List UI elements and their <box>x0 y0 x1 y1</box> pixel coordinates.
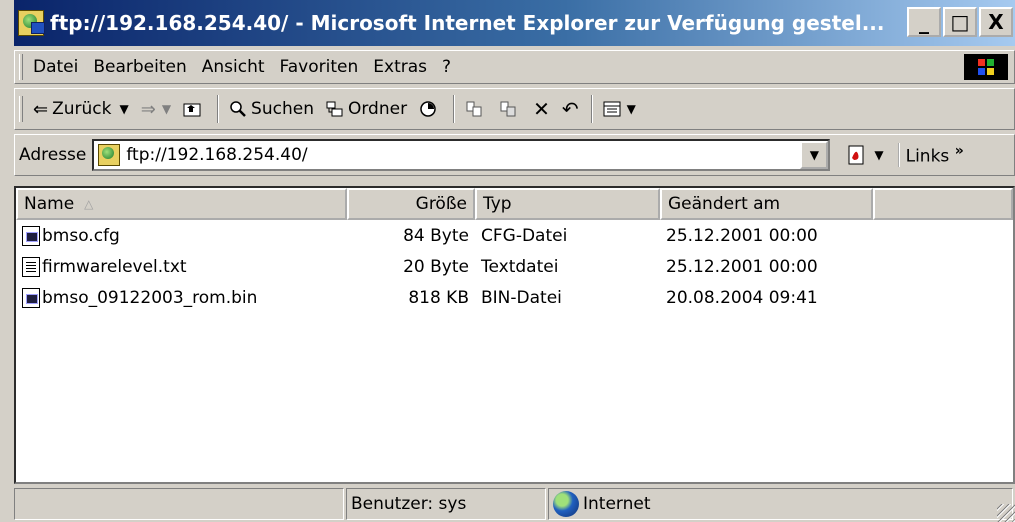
table-row[interactable]: bmso_09122003_rom.bin 818 KB BIN-Datei 2… <box>16 282 1013 313</box>
minimize-button[interactable]: _ <box>907 7 941 37</box>
menu-help[interactable]: ? <box>442 57 451 77</box>
address-bar: Adresse ftp://192.168.254.40/ ▼ ▼ Links … <box>14 134 1015 176</box>
delete-button[interactable]: ✕ <box>533 97 550 121</box>
title-bar: ftp://192.168.254.40/ - Microsoft Intern… <box>14 0 1015 46</box>
window-title: ftp://192.168.254.40/ - Microsoft Intern… <box>50 11 885 35</box>
file-type: CFG-Datei <box>481 225 568 246</box>
search-label: Suchen <box>251 99 314 119</box>
separator <box>590 95 593 123</box>
history-icon <box>420 101 436 117</box>
column-header-type[interactable]: Typ <box>475 188 660 220</box>
menu-extras[interactable]: Extras <box>373 57 427 77</box>
status-bar: Benutzer: sys Internet <box>14 488 1015 522</box>
file-size: 818 KB <box>408 287 469 308</box>
views-dropdown-icon[interactable]: ▼ <box>627 102 636 116</box>
file-modified: 20.08.2004 09:41 <box>666 287 818 308</box>
column-header-modified[interactable]: Geändert am <box>660 188 873 220</box>
links-label[interactable]: Links <box>906 147 950 167</box>
forward-dropdown-icon[interactable]: ▼ <box>162 102 171 116</box>
chevron-more-icon[interactable]: » <box>955 143 964 159</box>
menu-datei[interactable]: Datei <box>33 57 78 77</box>
standard-toolbar: ⇐ Zurück ▼ ⇒ ▼ Suchen Ordner ✕ ↶ ▼ <box>14 88 1015 130</box>
zone-label: Internet <box>583 494 651 514</box>
address-value[interactable]: ftp://192.168.254.40/ <box>126 145 307 165</box>
file-modified: 25.12.2001 00:00 <box>666 225 818 246</box>
table-row[interactable]: firmwarelevel.txt 20 Byte Textdatei 25.1… <box>16 251 1013 282</box>
address-dropdown-button[interactable]: ▼ <box>800 141 829 169</box>
text-file-icon <box>22 256 40 277</box>
undo-icon: ↶ <box>561 97 579 121</box>
internet-globe-icon <box>553 491 579 517</box>
folders-icon <box>326 101 343 117</box>
bin-file-icon <box>22 225 40 246</box>
views-icon <box>603 101 621 117</box>
windows-logo-icon <box>964 54 1008 80</box>
move-to-icon <box>466 101 482 117</box>
menu-bar: Datei Bearbeiten Ansicht Favoriten Extra… <box>14 50 1015 84</box>
table-row[interactable]: bmso.cfg 84 Byte CFG-Datei 25.12.2001 00… <box>16 220 1013 251</box>
file-name: firmwarelevel.txt <box>42 256 187 277</box>
search-button[interactable]: Suchen <box>229 99 314 119</box>
resize-grip[interactable] <box>997 504 1015 522</box>
bin-file-icon <box>22 287 40 308</box>
file-name: bmso.cfg <box>42 225 120 246</box>
sort-ascending-icon: △ <box>84 197 94 211</box>
delete-icon: ✕ <box>533 97 550 121</box>
search-icon <box>230 101 246 117</box>
up-folder-button[interactable] <box>183 100 205 118</box>
history-button[interactable] <box>419 100 441 118</box>
menu-favoriten[interactable]: Favoriten <box>280 57 359 77</box>
column-name-label: Name <box>24 194 75 214</box>
address-input[interactable]: ftp://192.168.254.40/ ▼ <box>92 139 831 171</box>
forward-arrow-icon: ⇒ <box>140 98 156 120</box>
separator <box>217 95 220 123</box>
copy-to-button[interactable] <box>499 100 521 118</box>
back-label: Zurück <box>52 99 112 119</box>
status-zone: Internet <box>548 488 1013 520</box>
ftp-folder-icon[interactable] <box>18 10 45 36</box>
file-name: bmso_09122003_rom.bin <box>42 287 258 308</box>
file-modified: 25.12.2001 00:00 <box>666 256 818 277</box>
copy-to-icon <box>500 101 516 117</box>
column-header-name[interactable]: Name △ <box>16 188 347 220</box>
separator <box>453 95 456 123</box>
back-button[interactable]: ⇐ Zurück ▼ <box>33 99 129 120</box>
file-type: BIN-Datei <box>481 287 562 308</box>
column-header-empty <box>873 188 1013 220</box>
address-label: Adresse <box>19 145 87 165</box>
menu-ansicht[interactable]: Ansicht <box>202 57 265 77</box>
move-to-button[interactable] <box>465 100 487 118</box>
toolbar-grip[interactable] <box>19 96 23 122</box>
acrobat-dropdown-icon[interactable]: ▼ <box>874 148 883 162</box>
menu-grip[interactable] <box>19 54 23 80</box>
file-list[interactable]: Name △ Größe Typ Geändert am bmso.cfg 84… <box>14 186 1015 484</box>
close-button[interactable]: X <box>979 7 1013 37</box>
file-type: Textdatei <box>481 256 559 277</box>
list-header: Name △ Größe Typ Geändert am <box>16 188 1013 220</box>
undo-button[interactable]: ↶ <box>562 97 579 121</box>
back-dropdown-icon[interactable]: ▼ <box>119 102 128 116</box>
folders-label: Ordner <box>347 99 408 119</box>
status-message <box>14 488 344 520</box>
up-folder-icon <box>183 103 201 117</box>
status-user: Benutzer: sys <box>346 488 546 520</box>
file-size: 20 Byte <box>403 256 469 277</box>
ftp-folder-icon <box>98 144 121 166</box>
menu-bearbeiten[interactable]: Bearbeiten <box>93 57 186 77</box>
maximize-button[interactable]: □ <box>943 7 977 37</box>
file-size: 84 Byte <box>403 225 469 246</box>
column-header-size[interactable]: Größe <box>347 188 475 220</box>
acrobat-icon[interactable] <box>846 144 868 166</box>
links-toolbar[interactable]: Links » <box>897 143 964 167</box>
folders-button[interactable]: Ordner <box>326 99 407 119</box>
views-button[interactable]: ▼ <box>603 100 636 118</box>
forward-button[interactable]: ⇒ ▼ <box>141 99 171 120</box>
back-arrow-icon: ⇐ <box>33 98 49 120</box>
